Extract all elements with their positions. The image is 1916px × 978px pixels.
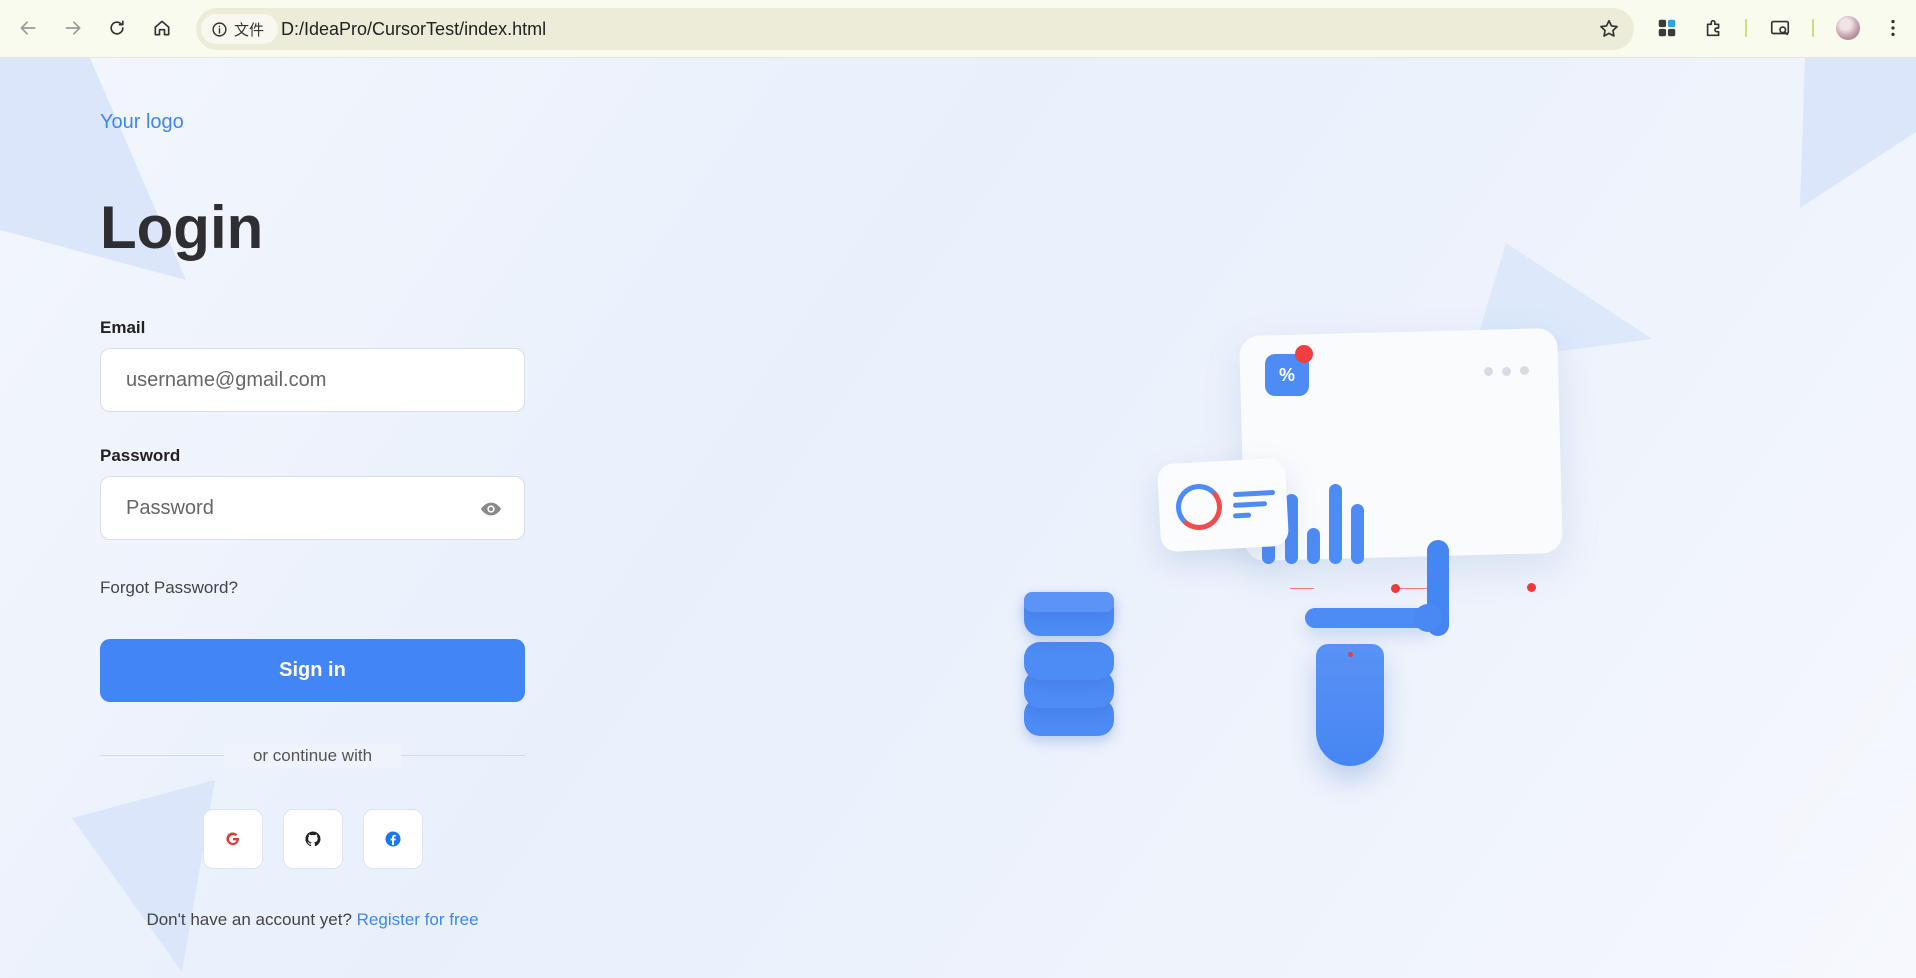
site-info-chip[interactable]: 文件 — [201, 14, 279, 44]
kebab-menu-icon — [1891, 19, 1895, 37]
facebook-icon — [385, 831, 401, 847]
card-menu-dot — [1502, 367, 1511, 376]
extensions-button[interactable] — [1700, 14, 1728, 42]
pill-indicator-dot — [1348, 652, 1353, 657]
puzzle-icon — [1706, 19, 1720, 37]
illustration-bar — [1351, 504, 1364, 564]
illustration-pill-shape — [1316, 644, 1384, 766]
arrow-left-icon — [20, 21, 36, 35]
tab-search-button[interactable] — [1766, 14, 1794, 42]
back-button[interactable] — [11, 11, 45, 45]
apps-grid-icon — [1658, 19, 1676, 37]
home-button[interactable] — [145, 11, 179, 45]
reload-icon — [110, 20, 124, 35]
google-icon — [226, 832, 239, 846]
illustration-bar — [1307, 528, 1320, 564]
database-stack-layer — [1024, 642, 1114, 680]
decor-triangle — [0, 58, 186, 280]
browser-toolbar: 文件 D:/IdeaPro/CursorTest/index.html — [0, 0, 1916, 58]
profile-avatar[interactable] — [1836, 16, 1860, 40]
github-login-button[interactable] — [283, 809, 343, 869]
facebook-login-button[interactable] — [363, 809, 423, 869]
bookmark-star-icon[interactable] — [1598, 18, 1620, 40]
illustration-bar — [1329, 484, 1342, 564]
password-input[interactable]: Password — [100, 476, 525, 540]
github-icon — [305, 831, 321, 847]
google-login-button[interactable] — [203, 809, 263, 869]
password-label: Password — [100, 446, 181, 465]
info-icon — [212, 21, 227, 37]
brand-logo[interactable]: Your logo — [100, 111, 184, 134]
database-stack-top — [1024, 592, 1114, 612]
card-menu-dot — [1484, 367, 1493, 376]
site-chip-label: 文件 — [234, 21, 265, 39]
login-page: Your logo Login Email username@gmail.com… — [0, 58, 1916, 978]
card-menu-dot — [1520, 366, 1529, 375]
trend-dot — [1527, 583, 1536, 592]
apps-extension-button[interactable] — [1653, 14, 1681, 42]
trend-dot — [1391, 584, 1400, 593]
donut-ring-icon — [1176, 484, 1222, 530]
trend-line — [1290, 588, 1314, 589]
sign-in-button[interactable]: Sign in — [100, 639, 525, 702]
arrow-right-icon — [65, 21, 81, 35]
decor-triangle — [1800, 58, 1916, 208]
register-prompt: Don't have an account yet? Register for … — [100, 910, 525, 930]
no-account-text: Don't have an account yet? — [146, 910, 357, 929]
url-text[interactable]: D:/IdeaPro/CursorTest/index.html — [281, 8, 546, 50]
eye-icon[interactable] — [480, 498, 502, 520]
email-label: Email — [100, 318, 146, 337]
email-placeholder: username@gmail.com — [126, 369, 327, 391]
forgot-password-link[interactable]: Forgot Password? — [100, 578, 238, 598]
register-link[interactable]: Register for free — [357, 910, 479, 929]
decor-triangle — [72, 780, 215, 972]
pipe-joint — [1414, 604, 1442, 632]
notification-badge — [1295, 345, 1313, 363]
text-line-placeholder — [1232, 512, 1252, 519]
trend-line — [1396, 588, 1430, 589]
browser-menu-button[interactable] — [1879, 14, 1907, 42]
reload-button[interactable] — [100, 11, 134, 45]
password-placeholder: Password — [126, 497, 214, 519]
tab-search-icon — [1770, 20, 1790, 36]
toolbar-separator — [1812, 19, 1814, 37]
home-icon — [154, 20, 170, 36]
address-bar[interactable]: 文件 D:/IdeaPro/CursorTest/index.html — [196, 8, 1634, 50]
continue-with-text: or continue with — [224, 744, 401, 768]
page-title: Login — [100, 194, 264, 261]
toolbar-separator — [1745, 19, 1747, 37]
forward-button[interactable] — [56, 11, 90, 45]
email-input[interactable]: username@gmail.com — [100, 348, 525, 412]
